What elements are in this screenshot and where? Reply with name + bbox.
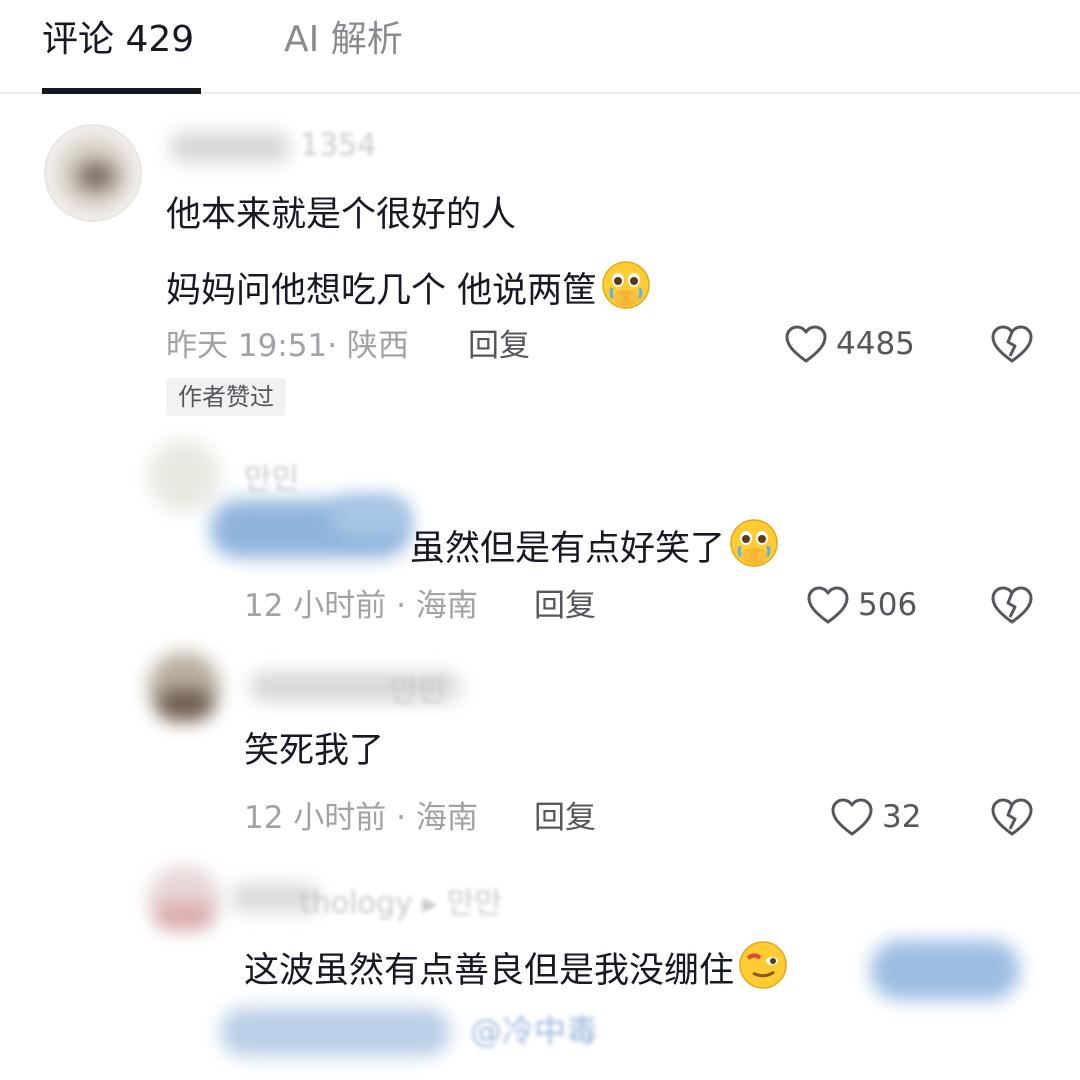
reply-button[interactable]: 回复 — [468, 326, 530, 366]
heart-icon — [830, 797, 874, 837]
like-button[interactable]: 32 — [830, 797, 921, 837]
comment-text: 他本来就是个很好的人 — [166, 195, 517, 235]
like-button[interactable]: 506 — [806, 585, 917, 625]
comment-meta: 昨天 19:51· 陕西 — [166, 328, 409, 364]
username-blur — [170, 132, 290, 162]
crying-face-icon — [601, 260, 651, 310]
like-count: 506 — [858, 587, 918, 623]
heart-icon — [784, 324, 828, 364]
broken-heart-icon — [991, 798, 1033, 836]
username[interactable]: 만민 — [244, 454, 299, 498]
comment-meta: 12 小时前 · 海南 — [244, 588, 478, 624]
dislike-button[interactable] — [990, 324, 1034, 364]
comment-text: 妈妈问他想吃几个 他说两筐 — [166, 271, 598, 311]
username[interactable]: thology ▸ 만만 — [300, 878, 502, 922]
dislike-button[interactable] — [990, 797, 1034, 837]
username[interactable]: 1354 — [300, 128, 376, 163]
wink-face-icon — [738, 940, 788, 990]
broken-heart-icon — [991, 586, 1033, 624]
comment-text-line: 这波虽然有点善良但是我没绷住 — [244, 940, 788, 994]
like-count: 32 — [882, 799, 922, 835]
username[interactable]: 만민 — [390, 666, 445, 710]
reply-target-blur — [330, 496, 410, 536]
comment-text: 虽然但是有点好笑了 — [410, 529, 726, 569]
mention-blur — [220, 1008, 450, 1056]
mention-link[interactable]: @冷中毒 — [470, 1006, 598, 1052]
avatar[interactable] — [44, 124, 142, 222]
comment-text: 这波虽然有点善良但是我没绷住 — [244, 951, 735, 991]
active-tab-indicator — [42, 88, 201, 94]
comment-tabs: 评论 429 AI 解析 — [0, 0, 1080, 94]
broken-heart-icon — [991, 325, 1033, 363]
tab-comments[interactable]: 评论 429 — [42, 18, 194, 62]
mention-blur — [870, 940, 1020, 1000]
heart-icon — [806, 585, 850, 625]
dislike-button[interactable] — [990, 585, 1034, 625]
reply-button[interactable]: 回复 — [534, 798, 596, 838]
tab-ai-analysis[interactable]: AI 解析 — [284, 18, 403, 62]
comment-text-line: 虽然但是有点好笑了 — [410, 518, 779, 572]
avatar-detail — [160, 690, 210, 716]
comment-text: 笑死我了 — [244, 731, 385, 771]
avatar-detail — [156, 904, 212, 926]
crying-face-icon — [729, 518, 779, 568]
reply-button[interactable]: 回复 — [534, 586, 596, 626]
comment-text-line: 妈妈问他想吃几个 他说两筐 — [166, 260, 651, 314]
comment-meta: 12 小时前 · 海南 — [244, 800, 478, 836]
author-liked-badge: 作者赞过 — [166, 378, 286, 416]
avatar[interactable] — [148, 440, 220, 512]
like-button[interactable]: 4485 — [784, 324, 915, 364]
like-count: 4485 — [836, 326, 915, 362]
